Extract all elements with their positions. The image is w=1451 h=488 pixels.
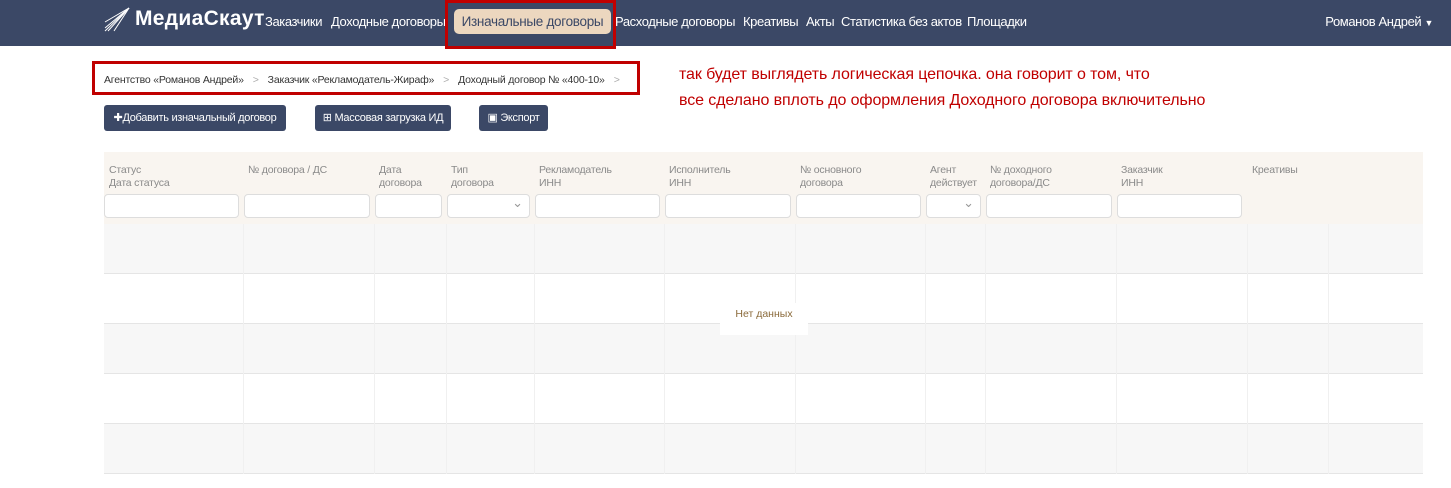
nav-income-contracts[interactable]: Доходные договоры <box>331 14 446 29</box>
table-row <box>104 224 1423 274</box>
annotation-line-1: так будет выглядеть логическая цепочка. … <box>679 66 1150 83</box>
column-divider <box>1116 224 1117 474</box>
chevron-right-icon: > <box>252 74 259 86</box>
breadcrumb-agency[interactable]: Агентство «Романов Андрей» <box>104 74 244 86</box>
column-divider <box>534 224 535 474</box>
nav-platforms[interactable]: Площадки <box>967 14 1027 29</box>
user-menu[interactable]: Романов Андрей ▼ <box>1325 14 1433 29</box>
caret-down-icon: ▼ <box>1424 18 1433 28</box>
filter-main-contract[interactable] <box>796 194 921 218</box>
col-executor: Исполнитель ИНН <box>669 164 731 189</box>
column-divider <box>446 224 447 474</box>
table-row <box>104 424 1423 474</box>
column-divider <box>1328 224 1329 474</box>
breadcrumb: Агентство «Романов Андрей» > Заказчик «Ре… <box>104 74 629 86</box>
logo-rays-icon <box>104 7 130 32</box>
filter-income-contract[interactable] <box>986 194 1112 218</box>
filter-contract-number[interactable] <box>244 194 370 218</box>
add-initial-contract-button[interactable]: ✚Добавить изначальный договор <box>104 105 286 131</box>
filter-contract-type-select[interactable] <box>447 194 530 218</box>
col-income-contract: № доходного договора/ДС <box>990 164 1052 189</box>
filter-agent-select[interactable] <box>926 194 981 218</box>
column-divider <box>1247 224 1248 474</box>
annotation-line-2: все сделано вплоть до оформления Доходно… <box>679 92 1206 109</box>
user-name: Романов Андрей <box>1325 14 1422 29</box>
empty-state: Нет данных <box>720 303 808 335</box>
logo[interactable]: МедиаСкаут <box>104 6 265 32</box>
bulk-label: Массовая загрузка ИД <box>334 112 444 124</box>
filter-customer[interactable] <box>1117 194 1242 218</box>
export-button[interactable]: ▣ Экспорт <box>479 105 548 131</box>
column-divider <box>243 224 244 474</box>
nav-acts[interactable]: Акты <box>806 14 835 29</box>
chevron-right-icon: > <box>443 74 450 86</box>
col-agent: Агент действует <box>930 164 977 189</box>
filter-contract-date[interactable] <box>375 194 442 218</box>
highlight-box <box>445 0 616 49</box>
table-header: Статус Дата статуса № договора / ДС Дата д… <box>104 152 1423 224</box>
chevron-right-icon: > <box>613 74 620 86</box>
col-contract-number: № договора / ДС <box>248 164 328 176</box>
column-divider <box>664 224 665 474</box>
nav-customers[interactable]: Заказчики <box>265 14 322 29</box>
filter-advertiser[interactable] <box>535 194 660 218</box>
bulk-upload-button[interactable]: ⊞ Массовая загрузка ИД <box>315 105 451 131</box>
filter-executor[interactable] <box>665 194 791 218</box>
col-creatives: Креативы <box>1252 164 1298 176</box>
logo-text: МедиаСкаут <box>135 7 265 30</box>
column-divider <box>795 224 796 474</box>
col-customer: Заказчик ИНН <box>1121 164 1163 189</box>
table-row <box>104 374 1423 424</box>
plus-square-icon: ⊞ <box>322 112 335 124</box>
column-divider <box>985 224 986 474</box>
excel-file-icon: ▣ <box>487 112 501 124</box>
col-contract-type: Тип договора <box>451 164 494 189</box>
nav-expense-contracts[interactable]: Расходные договоры <box>615 14 735 29</box>
add-label: Добавить изначальный договор <box>122 112 277 124</box>
nav-creatives[interactable]: Креативы <box>743 14 799 29</box>
breadcrumb-income-contract[interactable]: Доходный договор № «400-10» <box>458 74 605 86</box>
column-divider <box>374 224 375 474</box>
top-navbar: МедиаСкаут Заказчики Доходные договоры И… <box>0 0 1451 46</box>
breadcrumb-customer[interactable]: Заказчик «Рекламодатель-Жираф» <box>268 74 435 86</box>
filter-status[interactable] <box>104 194 239 218</box>
export-label: Экспорт <box>500 112 540 124</box>
col-main-contract: № основного договора <box>800 164 862 189</box>
column-divider <box>925 224 926 474</box>
col-status: Статус Дата статуса <box>109 164 170 189</box>
nav-stats[interactable]: Статистика без актов <box>841 14 962 29</box>
col-contract-date: Дата договора <box>379 164 422 189</box>
col-advertiser: Рекламодатель ИНН <box>539 164 612 189</box>
